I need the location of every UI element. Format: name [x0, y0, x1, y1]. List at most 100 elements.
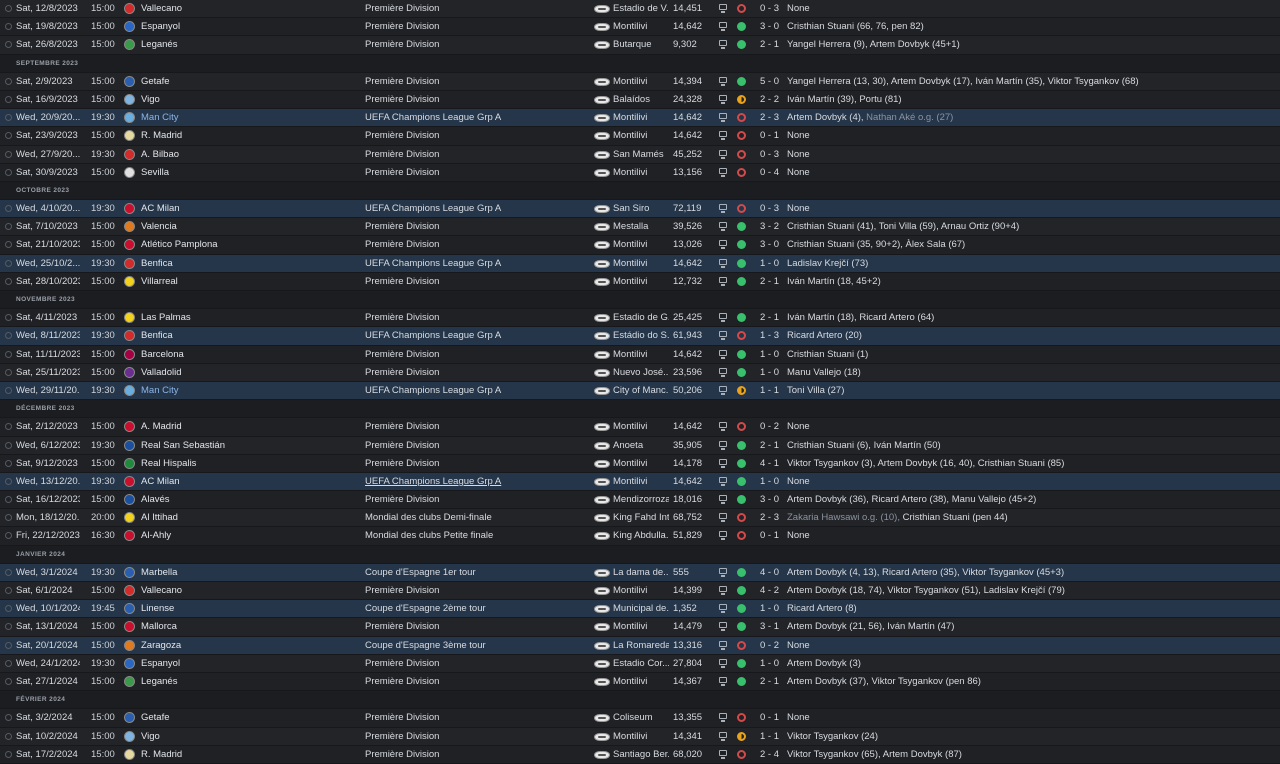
competition-name[interactable]: Mondial des clubs Petite finale [365, 530, 585, 541]
opponent-name[interactable]: Las Palmas [141, 312, 331, 323]
match-row[interactable]: Sat, 13/1/2024 15:00 Mallorca Première Divi… [0, 618, 1280, 637]
match-row[interactable]: Sat, 2/12/2023 15:00 A. Madrid Première Div… [0, 418, 1280, 437]
competition-name[interactable]: Première Division [365, 712, 585, 723]
match-row[interactable]: Fri, 22/12/2023 16:30 Al-Ahly Mondial des c… [0, 527, 1280, 546]
match-row[interactable]: Sat, 26/8/2023 15:00 Leganés Première Divis… [0, 36, 1280, 55]
competition-name[interactable]: Première Division [365, 349, 585, 360]
opponent-name[interactable]: Vallecano [141, 585, 331, 596]
competition-name[interactable]: Première Division [365, 676, 585, 687]
opponent-name[interactable]: Leganés [141, 676, 331, 687]
match-row[interactable]: Wed, 3/1/2024 19:30 Marbella Coupe d'Espagn… [0, 563, 1280, 582]
opponent-name[interactable]: Man City [141, 112, 331, 123]
match-row[interactable]: Sat, 12/8/2023 15:00 Vallecano Première Div… [0, 0, 1280, 19]
competition-name[interactable]: Première Division [365, 149, 585, 160]
opponent-name[interactable]: Valladolid [141, 367, 331, 378]
opponent-name[interactable]: Vigo [141, 731, 331, 742]
competition-name[interactable]: Première Division [365, 367, 585, 378]
opponent-name[interactable]: Benfica [141, 258, 331, 269]
match-row[interactable]: Wed, 20/9/20... 19:30 Man City UEFA Champio… [0, 109, 1280, 128]
competition-name[interactable]: Première Division [365, 749, 585, 760]
competition-name[interactable]: Première Division [365, 731, 585, 742]
opponent-name[interactable]: Espanyol [141, 658, 331, 669]
match-row[interactable]: Sat, 9/12/2023 15:00 Real Hispalis Première… [0, 454, 1280, 473]
match-row[interactable]: Sat, 27/1/2024 15:00 Leganés Première Divis… [0, 672, 1280, 692]
competition-name[interactable]: Première Division [365, 312, 585, 323]
competition-name[interactable]: Première Division [365, 76, 585, 87]
opponent-name[interactable]: A. Madrid [141, 421, 331, 432]
competition-name[interactable]: Première Division [365, 440, 585, 451]
match-row[interactable]: Sat, 16/9/2023 15:00 Vigo Première Division… [0, 90, 1280, 110]
opponent-name[interactable]: Real Hispalis [141, 458, 331, 469]
competition-name[interactable]: Première Division [365, 458, 585, 469]
opponent-name[interactable]: Benfica [141, 330, 331, 341]
match-row[interactable]: Wed, 25/10/2... 19:30 Benfica UEFA Champion… [0, 254, 1280, 273]
opponent-name[interactable]: Real San Sebastián [141, 440, 331, 451]
match-row[interactable]: Sat, 21/10/2023 15:00 Atlético Pamplona Pre… [0, 236, 1280, 255]
opponent-name[interactable]: Al-Ahly [141, 530, 331, 541]
match-row[interactable]: Sat, 3/2/2024 15:00 Getafe Première Divisio… [0, 709, 1280, 728]
opponent-name[interactable]: Atlético Pamplona [141, 239, 331, 250]
competition-name[interactable]: Première Division [365, 276, 585, 287]
opponent-name[interactable]: Marbella [141, 567, 331, 578]
opponent-name[interactable]: Alavés [141, 494, 331, 505]
opponent-name[interactable]: Man City [141, 385, 331, 396]
opponent-name[interactable]: Vigo [141, 94, 331, 105]
match-row[interactable]: Wed, 24/1/2024 19:30 Espanyol Première Divi… [0, 654, 1280, 673]
opponent-name[interactable]: Valencia [141, 221, 331, 232]
match-row[interactable]: Wed, 29/11/20... 19:30 Man City UEFA Champi… [0, 381, 1280, 401]
competition-name[interactable]: Coupe d'Espagne 1er tour [365, 567, 585, 578]
match-row[interactable]: Sat, 7/10/2023 15:00 Valencia Première Divi… [0, 218, 1280, 237]
match-row[interactable]: Sat, 16/12/2023 15:00 Alavés Première Divis… [0, 491, 1280, 510]
competition-name[interactable]: UEFA Champions League Grp A [365, 385, 585, 396]
competition-name[interactable]: Première Division [365, 167, 585, 178]
opponent-name[interactable]: Getafe [141, 712, 331, 723]
opponent-name[interactable]: Espanyol [141, 21, 331, 32]
match-row[interactable]: Sat, 23/9/2023 15:00 R. Madrid Première Div… [0, 127, 1280, 146]
match-row[interactable]: Sat, 17/2/2024 15:00 R. Madrid Première Div… [0, 745, 1280, 764]
match-row[interactable]: Wed, 6/12/2023 19:30 Real San Sebastián Pre… [0, 436, 1280, 455]
match-row[interactable]: Mon, 18/12/20... 20:00 Al Ittihad Mondial d… [0, 509, 1280, 528]
opponent-name[interactable]: Sevilla [141, 167, 331, 178]
competition-name[interactable]: Première Division [365, 39, 585, 50]
match-row[interactable]: Sat, 19/8/2023 15:00 Espanyol Première Divi… [0, 18, 1280, 37]
match-row[interactable]: Sat, 11/11/2023 15:00 Barcelona Première Di… [0, 345, 1280, 364]
opponent-name[interactable]: A. Bilbao [141, 149, 331, 160]
competition-name[interactable]: Première Division [365, 239, 585, 250]
match-row[interactable]: Sat, 10/2/2024 15:00 Vigo Première Division… [0, 727, 1280, 746]
opponent-name[interactable]: R. Madrid [141, 130, 331, 141]
match-row[interactable]: Wed, 27/9/20... 19:30 A. Bilbao Première Di… [0, 145, 1280, 164]
competition-name[interactable]: Première Division [365, 494, 585, 505]
competition-name[interactable]: UEFA Champions League Grp A [365, 476, 585, 487]
opponent-name[interactable]: Zaragoza [141, 640, 331, 651]
competition-name[interactable]: Première Division [365, 94, 585, 105]
competition-name[interactable]: Première Division [365, 658, 585, 669]
match-row[interactable]: Wed, 13/12/20... 19:30 AC Milan UEFA Champi… [0, 472, 1280, 492]
match-row[interactable]: Sat, 2/9/2023 15:00 Getafe Première Divisio… [0, 72, 1280, 91]
competition-name[interactable]: UEFA Champions League Grp A [365, 112, 585, 123]
competition-name[interactable]: Première Division [365, 3, 585, 14]
match-row[interactable]: Wed, 10/1/2024 19:45 Linense Coupe d'Espagn… [0, 600, 1280, 619]
opponent-name[interactable]: Leganés [141, 39, 331, 50]
opponent-name[interactable]: AC Milan [141, 203, 331, 214]
opponent-name[interactable]: Al Ittihad [141, 512, 331, 523]
opponent-name[interactable]: Villarreal [141, 276, 331, 287]
competition-name[interactable]: UEFA Champions League Grp A [365, 330, 585, 341]
opponent-name[interactable]: R. Madrid [141, 749, 331, 760]
match-row[interactable]: Sat, 28/10/2023 15:00 Villarreal Première D… [0, 272, 1280, 291]
opponent-name[interactable]: Getafe [141, 76, 331, 87]
match-row[interactable]: Sat, 20/1/2024 15:00 Zaragoza Coupe d'Espag… [0, 636, 1280, 655]
match-row[interactable]: Wed, 8/11/2023 19:30 Benfica UEFA Champions… [0, 327, 1280, 346]
match-row[interactable]: Sat, 6/1/2024 15:00 Vallecano Première Divi… [0, 582, 1280, 601]
opponent-name[interactable]: Vallecano [141, 3, 331, 14]
match-row[interactable]: Wed, 4/10/20... 19:30 AC Milan UEFA Champio… [0, 200, 1280, 219]
competition-name[interactable]: Mondial des clubs Demi-finale [365, 512, 585, 523]
competition-name[interactable]: Première Division [365, 21, 585, 32]
match-row[interactable]: Sat, 4/11/2023 15:00 Las Palmas Première Di… [0, 309, 1280, 328]
match-row[interactable]: Sat, 25/11/2023 15:00 Valladolid Première D… [0, 363, 1280, 382]
competition-name[interactable]: Coupe d'Espagne 2ème tour [365, 603, 585, 614]
competition-name[interactable]: Première Division [365, 621, 585, 632]
competition-name[interactable]: UEFA Champions League Grp A [365, 203, 585, 214]
competition-name[interactable]: Première Division [365, 221, 585, 232]
opponent-name[interactable]: Barcelona [141, 349, 331, 360]
competition-name[interactable]: Première Division [365, 130, 585, 141]
